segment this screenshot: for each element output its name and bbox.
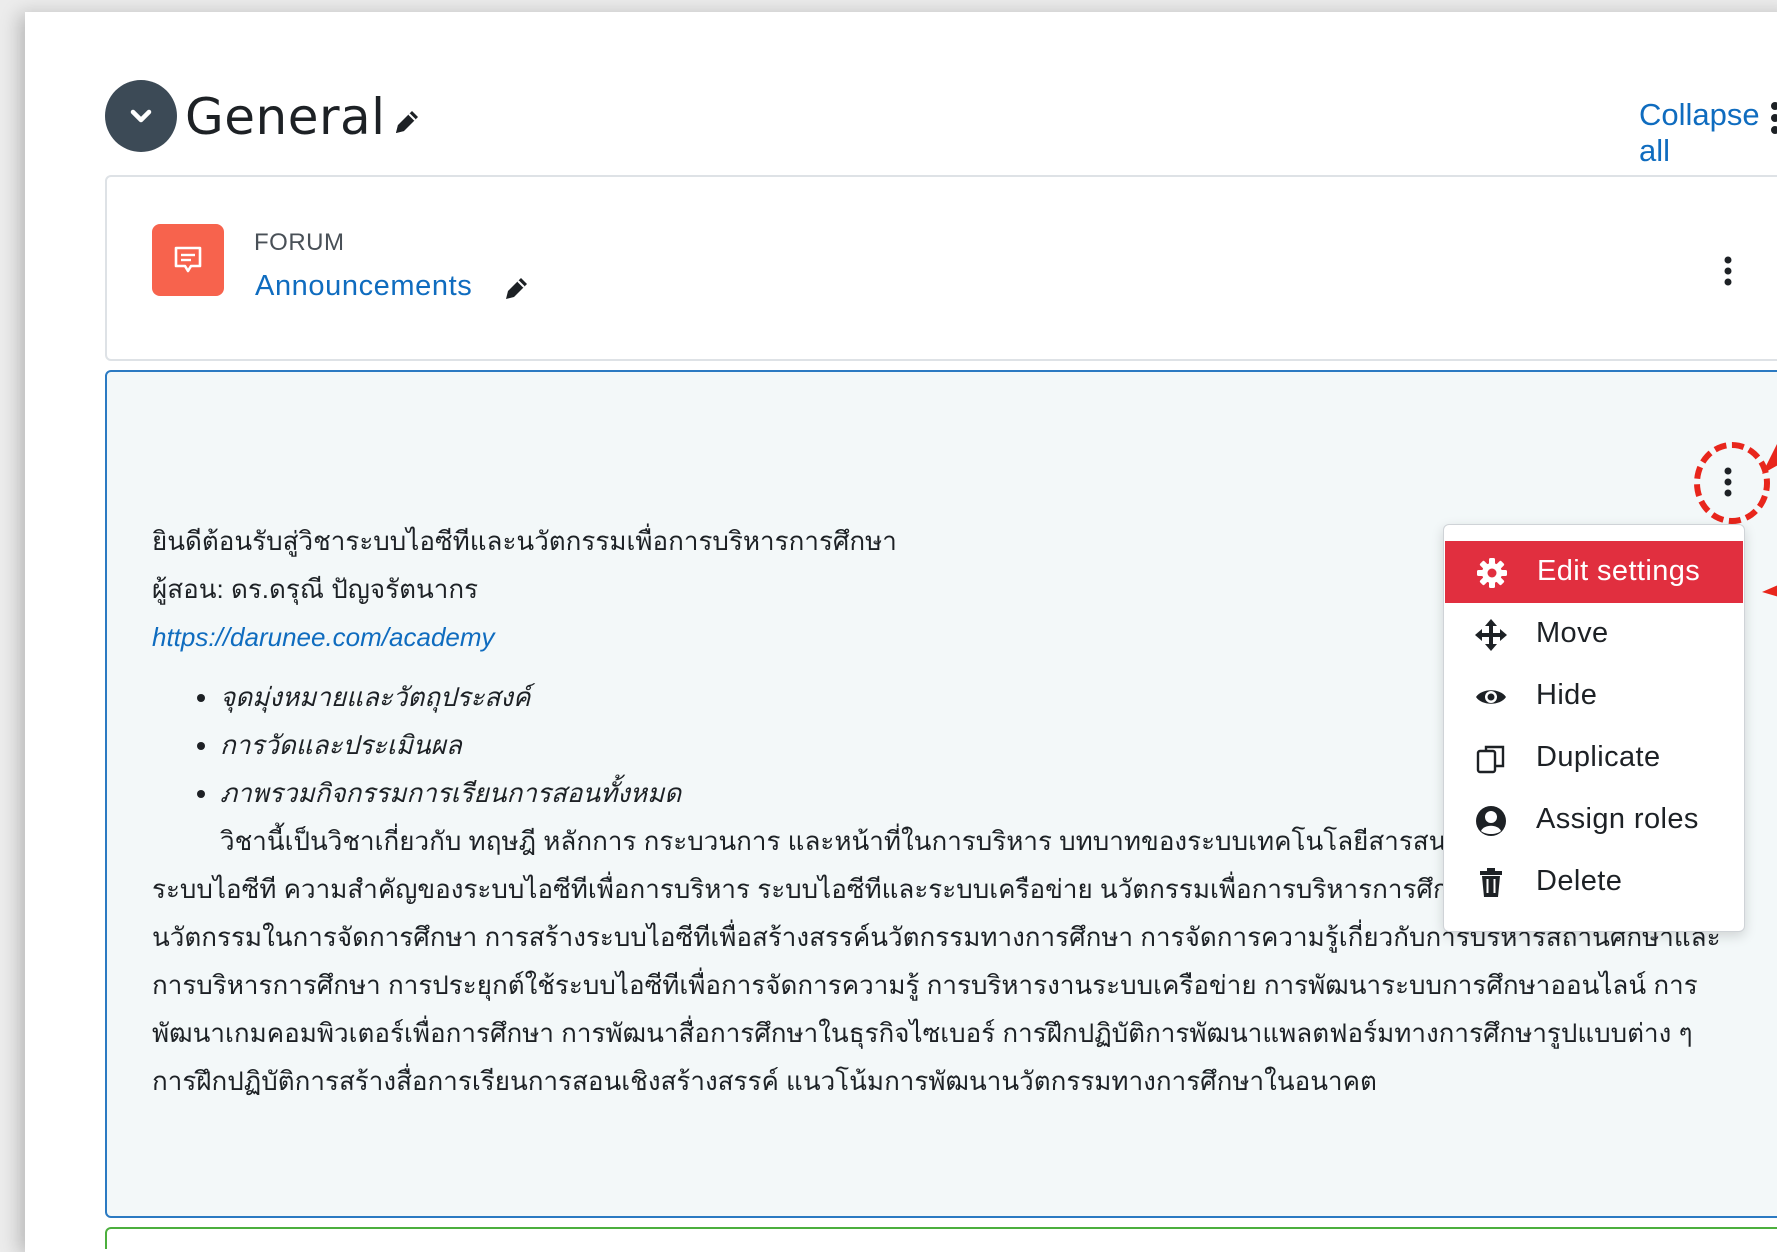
section-title: General	[185, 88, 386, 146]
activity-card-forum: FORUM Announcements	[105, 175, 1777, 361]
chevron-down-icon	[130, 109, 152, 123]
forum-activity-icon	[152, 224, 224, 296]
annotation-dashed-circle	[1694, 442, 1770, 524]
kebab-menu-icon[interactable]	[1722, 256, 1734, 286]
activity-type-label: FORUM	[254, 229, 345, 256]
annotation-arrow	[1762, 585, 1777, 597]
activity-name-link[interactable]: Announcements	[255, 270, 472, 303]
menu-item-assign-roles[interactable]: Assign roles	[1444, 789, 1744, 851]
section-collapse-toggle[interactable]	[105, 80, 177, 152]
user-circle-icon	[1476, 806, 1506, 836]
activity-action-menu: Edit settings Move Hide Duplicate Assign…	[1443, 524, 1745, 932]
menu-item-duplicate[interactable]: Duplicate	[1444, 727, 1744, 789]
course-page: General Collapse all FORUM Announcements	[25, 12, 1777, 1252]
collapse-all-link[interactable]: Collapse all	[1639, 97, 1777, 169]
annotation-arrow	[1762, 444, 1777, 474]
menu-item-delete[interactable]: Delete	[1444, 851, 1744, 913]
next-activity-card	[105, 1227, 1777, 1249]
menu-item-hide[interactable]: Hide	[1444, 665, 1744, 727]
gear-icon	[1477, 558, 1507, 588]
section-header: General Collapse all	[105, 77, 1777, 168]
move-icon	[1475, 619, 1507, 651]
copy-icon	[1476, 745, 1505, 774]
pencil-icon[interactable]	[390, 105, 424, 139]
menu-item-edit-settings[interactable]: Edit settings	[1445, 541, 1743, 603]
pencil-icon[interactable]	[502, 273, 532, 303]
trash-icon	[1480, 868, 1502, 897]
academy-link[interactable]: https://darunee.com/academy	[152, 622, 495, 652]
menu-item-move[interactable]: Move	[1444, 603, 1744, 665]
kebab-menu-icon[interactable]	[1768, 101, 1777, 135]
eye-icon	[1476, 690, 1506, 704]
chat-icon	[174, 246, 202, 273]
